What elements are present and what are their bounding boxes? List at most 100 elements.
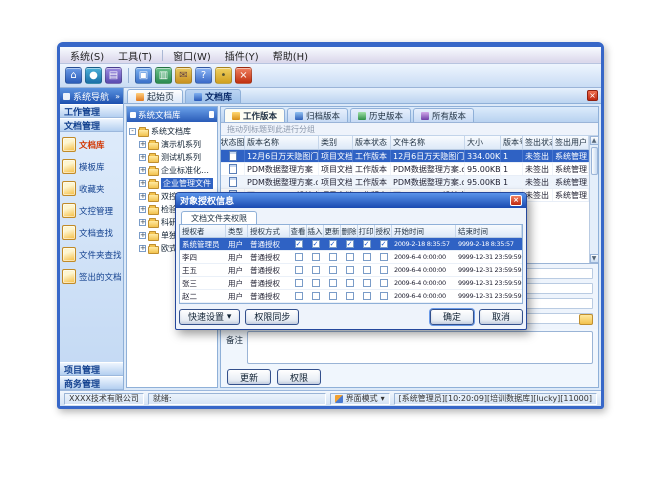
tab-all-versions[interactable]: 所有版本 — [413, 108, 474, 122]
expand-icon[interactable]: + — [139, 180, 146, 187]
tree-node[interactable]: + 测试机系列 — [139, 151, 215, 164]
globe-icon[interactable]: ● — [85, 67, 102, 84]
column-header[interactable]: 大小 — [465, 136, 501, 149]
nav-group-work[interactable]: 工作管理 — [60, 104, 123, 118]
scroll-down-icon[interactable]: ▼ — [590, 254, 599, 263]
column-header[interactable]: 授权 — [375, 225, 392, 237]
menu-help[interactable]: 帮助(H) — [266, 47, 315, 64]
expand-icon[interactable]: + — [139, 232, 146, 239]
lock-icon[interactable]: • — [215, 67, 232, 84]
insert-checkbox[interactable] — [312, 279, 320, 287]
update-checkbox[interactable] — [329, 292, 337, 300]
tab-doclibrary[interactable]: 文档库 — [185, 89, 241, 103]
column-header[interactable]: 版本状态 — [353, 136, 391, 149]
help-icon[interactable]: ? — [195, 67, 212, 84]
table-row[interactable]: 12月6日万天隐图门... 项目文档 工作版本 12月6日万天隐图门... 33… — [221, 150, 589, 163]
close-icon[interactable]: × — [510, 195, 522, 206]
delete-checkbox[interactable]: ✓ — [346, 240, 354, 248]
update-checkbox[interactable] — [329, 266, 337, 274]
column-header[interactable]: 打印 — [358, 225, 375, 237]
expand-icon[interactable]: + — [139, 193, 146, 200]
nav-group-document[interactable]: 文档管理 — [60, 118, 123, 132]
favorites-icon[interactable]: ▤ — [105, 67, 122, 84]
update-checkbox[interactable]: ✓ — [329, 240, 337, 248]
print-checkbox[interactable] — [363, 253, 371, 261]
column-header[interactable]: 类型 — [226, 225, 248, 237]
column-header[interactable]: 类别 — [319, 136, 353, 149]
update-checkbox[interactable] — [329, 253, 337, 261]
print-checkbox[interactable] — [363, 292, 371, 300]
column-header[interactable]: 授权者 — [180, 225, 226, 237]
menu-system[interactable]: 系统(S) — [63, 47, 111, 64]
scrollbar-thumb[interactable] — [591, 147, 598, 175]
nav-group-business[interactable]: 商务管理 — [60, 376, 123, 390]
column-header[interactable]: 结束时间 — [456, 225, 522, 237]
permission-row[interactable]: 王五 用户 普通授权 2009-6-4 0:00:00 9999-12-31 2… — [180, 264, 522, 277]
browse-folder-icon[interactable] — [579, 314, 593, 325]
report-icon[interactable]: ▥ — [155, 67, 172, 84]
sidebar-item-checkedout[interactable]: 签出的文档 — [62, 269, 121, 284]
expand-icon[interactable]: + — [139, 167, 146, 174]
window-icon[interactable]: ▣ — [135, 67, 152, 84]
column-header[interactable]: 授权方式 — [248, 225, 290, 237]
view-checkbox[interactable] — [295, 279, 303, 287]
tab-work-version[interactable]: 工作版本 — [224, 108, 285, 122]
view-checkbox[interactable] — [295, 253, 303, 261]
insert-checkbox[interactable] — [312, 266, 320, 274]
expand-icon[interactable]: + — [139, 219, 146, 226]
update-button[interactable]: 更新 — [227, 369, 271, 385]
sidebar-item-doclib[interactable]: 文档库 — [62, 137, 121, 152]
tab-history-version[interactable]: 历史版本 — [350, 108, 411, 122]
tree-node[interactable]: + 演示机系列 — [139, 138, 215, 151]
permission-row[interactable]: 赵二 用户 普通授权 2009-6-4 0:00:00 9999-12-31 2… — [180, 290, 522, 303]
expand-icon[interactable]: + — [139, 154, 146, 161]
tab-folder-permission[interactable]: 文档文件夹权限 — [181, 211, 257, 224]
insert-checkbox[interactable] — [312, 253, 320, 261]
chevrons-icon[interactable]: » — [115, 92, 120, 101]
print-checkbox[interactable] — [363, 266, 371, 274]
column-header[interactable]: 文件名称 — [391, 136, 465, 149]
insert-checkbox[interactable] — [312, 292, 320, 300]
scroll-up-icon[interactable]: ▲ — [590, 136, 599, 145]
grant-checkbox[interactable] — [380, 253, 388, 261]
column-header[interactable]: 状态图 — [221, 136, 245, 149]
collapse-icon[interactable]: - — [129, 128, 136, 135]
update-checkbox[interactable] — [329, 279, 337, 287]
column-header[interactable]: 删除 — [341, 225, 358, 237]
tree-root[interactable]: - 系统文档库 — [129, 125, 215, 138]
column-header[interactable]: 开始时间 — [392, 225, 456, 237]
permission-row[interactable]: 系统管理员 用户 普通授权 ✓ ✓ ✓ ✓ ✓ ✓ 2009-2-18 8:35… — [180, 238, 522, 251]
cancel-button[interactable]: 取消 — [479, 309, 523, 325]
close-icon[interactable]: × — [587, 90, 598, 101]
column-header[interactable]: 签出用户 — [553, 136, 589, 149]
table-row[interactable]: PDM数据整理方案 项目文档 工作版本 PDM数据整理方案.doc 95.00K… — [221, 163, 589, 176]
grant-checkbox[interactable] — [380, 279, 388, 287]
delete-checkbox[interactable] — [346, 253, 354, 261]
table-row[interactable]: PDM数据整理方案.doc 项目文档 工作版本 PDM数据整理方案.doc 95… — [221, 176, 589, 189]
tab-archived-version[interactable]: 归档版本 — [287, 108, 348, 122]
delete-checkbox[interactable] — [346, 279, 354, 287]
grant-checkbox[interactable] — [380, 266, 388, 274]
delete-checkbox[interactable] — [346, 266, 354, 274]
insert-checkbox[interactable]: ✓ — [312, 240, 320, 248]
sidebar-item-docsearch[interactable]: 文档查找 — [62, 225, 121, 240]
print-checkbox[interactable] — [363, 279, 371, 287]
tree-node[interactable]: + 企业标准化文件 — [139, 164, 215, 177]
view-checkbox[interactable]: ✓ — [295, 240, 303, 248]
view-checkbox[interactable] — [295, 292, 303, 300]
tree-node-selected[interactable]: + 企业管理文件 — [139, 177, 215, 190]
permission-sync-button[interactable]: 权限同步 — [245, 309, 299, 325]
column-header[interactable]: 版本名称 — [245, 136, 319, 149]
exit-icon[interactable]: × — [235, 67, 252, 84]
ok-button[interactable]: 确定 — [430, 309, 474, 325]
vertical-scrollbar[interactable]: ▲ ▼ — [589, 136, 598, 263]
expand-icon[interactable]: + — [139, 141, 146, 148]
grant-checkbox[interactable]: ✓ — [380, 240, 388, 248]
column-header[interactable]: 更新 — [324, 225, 341, 237]
view-checkbox[interactable] — [295, 266, 303, 274]
remark-textarea[interactable] — [247, 331, 593, 364]
menu-window[interactable]: 窗口(W) — [166, 47, 218, 64]
permission-row[interactable]: 张三 用户 普通授权 2009-6-4 0:00:00 9999-12-31 2… — [180, 277, 522, 290]
mail-icon[interactable]: ✉ — [175, 67, 192, 84]
print-checkbox[interactable]: ✓ — [363, 240, 371, 248]
